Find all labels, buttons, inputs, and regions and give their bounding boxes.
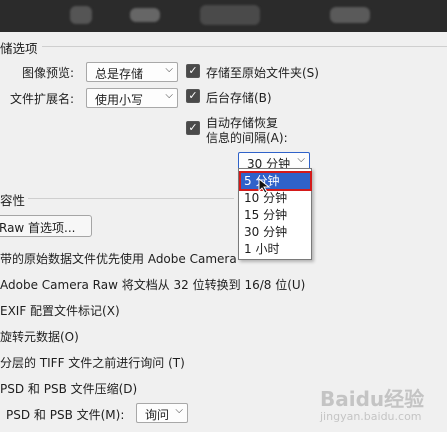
auto-save-checkbox[interactable]: ✓ — [186, 121, 200, 135]
image-preview-label: 图像预览: — [22, 66, 75, 80]
compat-option-raw-priority[interactable]: 带的原始数据文件优先使用 Adobe Camera — [0, 250, 237, 267]
watermark-sub: jingyan.baidu.com — [320, 410, 422, 423]
mouse-cursor-icon — [258, 178, 271, 194]
auto-save-label-line2: 信息的间隔(A): — [206, 131, 288, 145]
maximize-psd-value: 询问 — [145, 408, 170, 422]
compat-option-tiff-ask[interactable]: 分层的 TIFF 文件之前进行询问 (T) — [0, 354, 185, 371]
interval-option-5min[interactable]: 5 分钟 — [239, 171, 312, 191]
interval-option-1hour[interactable]: 1 小时 — [241, 241, 310, 257]
image-preview-value: 总是存储 — [95, 67, 144, 81]
interval-option-10min[interactable]: 10 分钟 — [241, 190, 310, 206]
background-save-label: 后台存储(B) — [206, 91, 272, 105]
section-title-save-options: 储选项 — [0, 41, 38, 56]
file-extension-select[interactable]: 使用小写 ⌵ — [86, 88, 178, 108]
section-divider — [42, 46, 447, 47]
maximize-psd-select[interactable]: 询问 ⌵ — [136, 403, 188, 423]
file-extension-label: 文件扩展名: — [10, 92, 75, 106]
chevron-down-icon: ⌵ — [297, 154, 305, 165]
file-extension-value: 使用小写 — [95, 93, 144, 107]
interval-option-15min[interactable]: 15 分钟 — [241, 207, 310, 223]
camera-raw-preferences-button[interactable]: Raw 首选项... — [0, 215, 92, 237]
maximize-psd-label: PSD 和 PSB 文件(M): — [6, 408, 125, 422]
title-bar — [0, 0, 447, 32]
chevron-down-icon: ⌵ — [165, 90, 173, 101]
compat-option-psd-compress[interactable]: PSD 和 PSB 文件压缩(D) — [0, 380, 137, 397]
compat-option-exif-tag[interactable]: EXIF 配置文件标记(X) — [0, 302, 120, 319]
chevron-down-icon: ⌵ — [165, 64, 173, 75]
background-save-checkbox[interactable]: ✓ — [186, 89, 200, 103]
compat-option-rotate-metadata[interactable]: 旋转元数据(O) — [0, 328, 79, 345]
save-to-original-checkbox[interactable]: ✓ — [186, 64, 200, 78]
interval-option-30min[interactable]: 30 分钟 — [241, 224, 310, 240]
section-title-compatibility: 容性 — [0, 193, 26, 208]
compat-option-32bit-convert[interactable]: Adobe Camera Raw 将文档从 32 位转换到 16/8 位(U) — [0, 276, 305, 293]
save-to-original-label: 存储至原始文件夹(S) — [206, 66, 319, 80]
interval-dropdown-list: 5 分钟 10 分钟 15 分钟 30 分钟 1 小时 — [238, 168, 312, 260]
section-divider — [28, 198, 234, 199]
chevron-down-icon: ⌵ — [175, 405, 183, 416]
watermark-text: Baidu经验 — [320, 387, 425, 411]
watermark: Baidu经验 jingyan.baidu.com — [320, 383, 424, 423]
image-preview-select[interactable]: 总是存储 ⌵ — [86, 62, 178, 82]
